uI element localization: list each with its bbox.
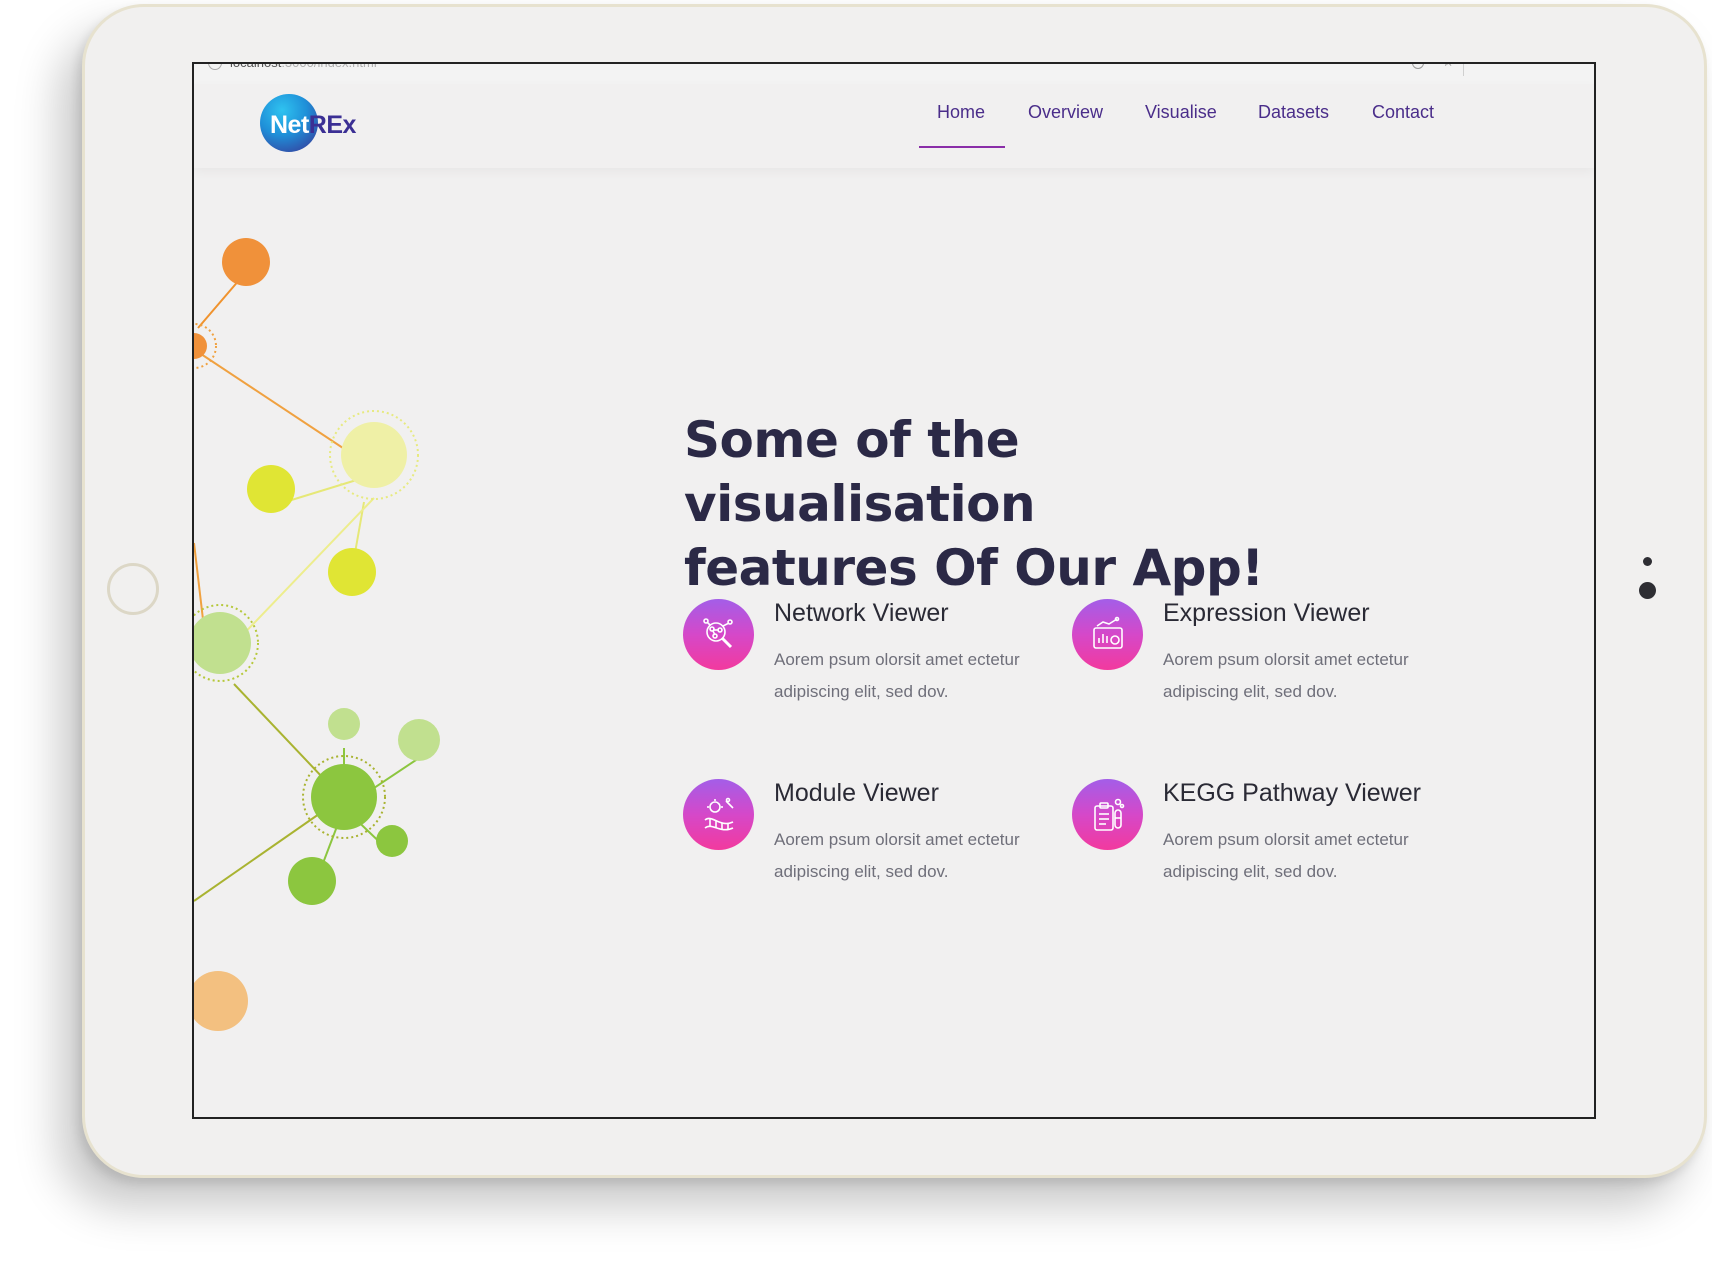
url-host: localhost <box>230 62 282 70</box>
feature-title: Network Viewer <box>774 599 949 627</box>
atom-lightgreen-right <box>398 719 440 761</box>
expression-chart-icon <box>1072 599 1143 670</box>
heading-line-2: features Of Our App! <box>684 538 1264 597</box>
reload-icon[interactable] <box>1412 64 1424 69</box>
nav-datasets[interactable]: Datasets <box>1258 102 1329 123</box>
feature-kegg-pathway-viewer: KEGG Pathway Viewer Aorem psum olorsit a… <box>1072 779 1492 889</box>
lab-clipboard-icon <box>1072 779 1143 850</box>
feature-desc-line: adipiscing elit, sed dov. <box>1163 862 1338 881</box>
molecule-bonds <box>194 271 420 902</box>
atom-green-right-small <box>376 825 408 857</box>
feature-network-viewer: Network Viewer Aorem psum olorsit amet e… <box>683 599 1103 709</box>
dna-module-icon <box>683 779 754 850</box>
network-search-icon <box>683 599 754 670</box>
browser-url-bar[interactable]: localhost:3000/index.html ☆ <box>194 64 1594 85</box>
tablet-screen: localhost:3000/index.html ☆ NetREx Home … <box>192 62 1596 1119</box>
atom-orange-top <box>222 238 270 286</box>
feature-title: Module Viewer <box>774 779 939 807</box>
feature-desc-line: Aorem psum olorsit amet ectetur <box>1163 830 1409 849</box>
nav-active-indicator <box>919 146 1005 148</box>
feature-description: Aorem psum olorsit amet ectetur adipisci… <box>774 824 1074 888</box>
atom-green-bottom <box>288 857 336 905</box>
tablet-home-button <box>107 563 159 615</box>
feature-desc-line: Aorem psum olorsit amet ectetur <box>1163 650 1409 669</box>
site-header: NetREx Home Overview Visualise Datasets … <box>194 84 1594 168</box>
feature-title: KEGG Pathway Viewer <box>1163 779 1421 807</box>
atom-yellow-bottom <box>328 548 376 596</box>
heading-line-1: Some of the visualisation <box>684 410 1036 533</box>
nav-visualise[interactable]: Visualise <box>1145 102 1217 123</box>
nav-contact[interactable]: Contact <box>1372 102 1434 123</box>
atom-lightgreen-small <box>328 708 360 740</box>
atom-lightgreen-big <box>194 612 251 674</box>
feature-description: Aorem psum olorsit amet ectetur adipisci… <box>1163 644 1463 708</box>
site-info-icon[interactable] <box>208 64 222 70</box>
toolbar-divider <box>1463 64 1464 76</box>
feature-desc-line: Aorem psum olorsit amet ectetur <box>774 830 1020 849</box>
bookmark-icon[interactable]: ☆ <box>1442 64 1454 70</box>
tablet-sensor <box>1643 557 1652 566</box>
feature-desc-line: adipiscing elit, sed dov. <box>1163 682 1338 701</box>
main-nav: Home Overview Visualise Datasets Contact <box>194 84 1594 168</box>
molecule-atoms <box>194 238 440 1031</box>
molecule-illustration <box>194 238 440 1031</box>
feature-desc-line: adipiscing elit, sed dov. <box>774 862 949 881</box>
feature-title: Expression Viewer <box>1163 599 1370 627</box>
url-text[interactable]: localhost:3000/index.html <box>230 62 377 70</box>
atom-peach-bottom <box>194 971 248 1031</box>
feature-module-viewer: Module Viewer Aorem psum olorsit amet ec… <box>683 779 1103 889</box>
feature-expression-viewer: Expression Viewer Aorem psum olorsit ame… <box>1072 599 1492 709</box>
atom-green-center <box>311 764 377 830</box>
feature-description: Aorem psum olorsit amet ectetur adipisci… <box>1163 824 1463 888</box>
section-heading: Some of the visualisation features Of Ou… <box>684 408 1384 600</box>
nav-overview[interactable]: Overview <box>1028 102 1103 123</box>
tablet-camera <box>1639 582 1656 599</box>
feature-desc-line: adipiscing elit, sed dov. <box>774 682 949 701</box>
feature-desc-line: Aorem psum olorsit amet ectetur <box>774 650 1020 669</box>
url-path: :3000/index.html <box>281 62 377 70</box>
feature-description: Aorem psum olorsit amet ectetur adipisci… <box>774 644 1074 708</box>
nav-home[interactable]: Home <box>937 102 985 123</box>
atom-pale-yellow <box>341 422 407 488</box>
atom-yellow-left <box>247 465 295 513</box>
atom-orange-edge <box>194 333 207 359</box>
